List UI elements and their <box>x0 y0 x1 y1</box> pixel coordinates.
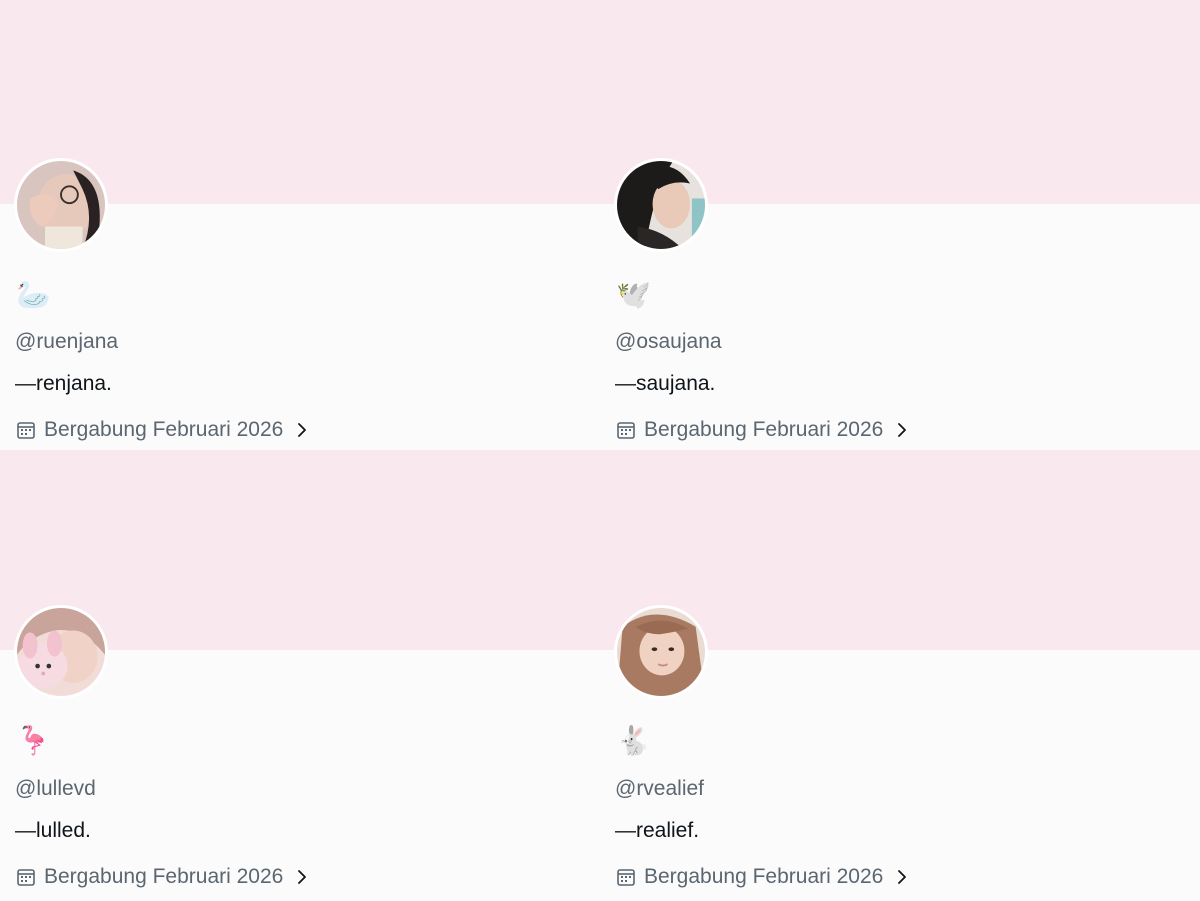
chevron-right-icon <box>898 423 907 437</box>
chevron-right-icon <box>298 870 307 884</box>
calendar-icon <box>17 422 35 439</box>
calendar-icon <box>617 422 635 439</box>
avatar-photo <box>17 608 105 696</box>
joined-date-text: Bergabung Februari 2026 <box>644 865 884 888</box>
profile-emoji: 🦩 <box>16 724 51 757</box>
profile-emoji: 🕊️ <box>616 278 651 311</box>
calendar-icon <box>17 869 35 886</box>
profile-handle: @rvealief <box>615 777 705 800</box>
profile-bio: —realief. <box>615 819 700 842</box>
profile-handle: @osaujana <box>615 330 722 353</box>
profile-handle: @ruenjana <box>15 330 119 353</box>
chevron-right-icon <box>898 870 907 884</box>
avatar-photo <box>17 161 105 249</box>
joined-date-link[interactable]: Bergabung Februari 2026 <box>616 863 909 891</box>
profile-card-rvealief: 🐇 @rvealief —realief. Bergabung Februari… <box>600 450 1200 901</box>
profile-grid: 🦢 @ruenjana —renjana. Bergabung Februari… <box>0 0 1200 901</box>
chevron-right-icon <box>298 423 307 437</box>
joined-date-link[interactable]: Bergabung Februari 2026 <box>616 416 909 444</box>
avatar[interactable] <box>614 158 708 252</box>
profile-emoji: 🦢 <box>16 278 51 311</box>
profile-card-osaujana: 🕊️ @osaujana —saujana. Bergabung Februar… <box>600 0 1200 450</box>
profile-card-lullevd: 🦩 @lullevd —lulled. Bergabung Februari 2… <box>0 450 600 901</box>
calendar-icon <box>617 869 635 886</box>
profile-handle: @lullevd <box>15 777 96 800</box>
profile-bio: —renjana. <box>15 372 112 395</box>
avatar-photo <box>617 608 705 696</box>
joined-date-text: Bergabung Februari 2026 <box>44 865 284 888</box>
avatar[interactable] <box>614 605 708 699</box>
joined-date-text: Bergabung Februari 2026 <box>644 418 884 441</box>
joined-date-link[interactable]: Bergabung Februari 2026 <box>16 863 309 891</box>
avatar[interactable] <box>14 158 108 252</box>
avatar[interactable] <box>14 605 108 699</box>
joined-date-text: Bergabung Februari 2026 <box>44 418 284 441</box>
profile-bio: —saujana. <box>615 372 716 395</box>
avatar-photo <box>617 161 705 249</box>
joined-date-link[interactable]: Bergabung Februari 2026 <box>16 416 309 444</box>
profile-bio: —lulled. <box>15 819 91 842</box>
profile-card-ruenjana: 🦢 @ruenjana —renjana. Bergabung Februari… <box>0 0 600 450</box>
profile-emoji: 🐇 <box>616 724 651 757</box>
